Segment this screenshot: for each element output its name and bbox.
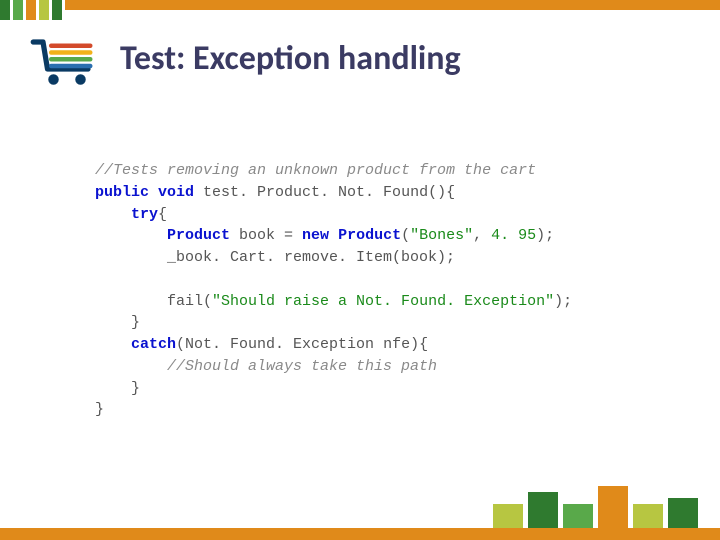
bottom-accent-bar xyxy=(0,528,720,540)
top-accent-bar xyxy=(65,0,720,10)
slide-title: Test: Exception handling xyxy=(120,38,461,79)
bottom-blocks xyxy=(493,486,698,528)
top-stripes xyxy=(0,0,62,20)
cart-icon xyxy=(28,36,106,96)
code-block: //Tests removing an unknown product from… xyxy=(95,160,572,421)
